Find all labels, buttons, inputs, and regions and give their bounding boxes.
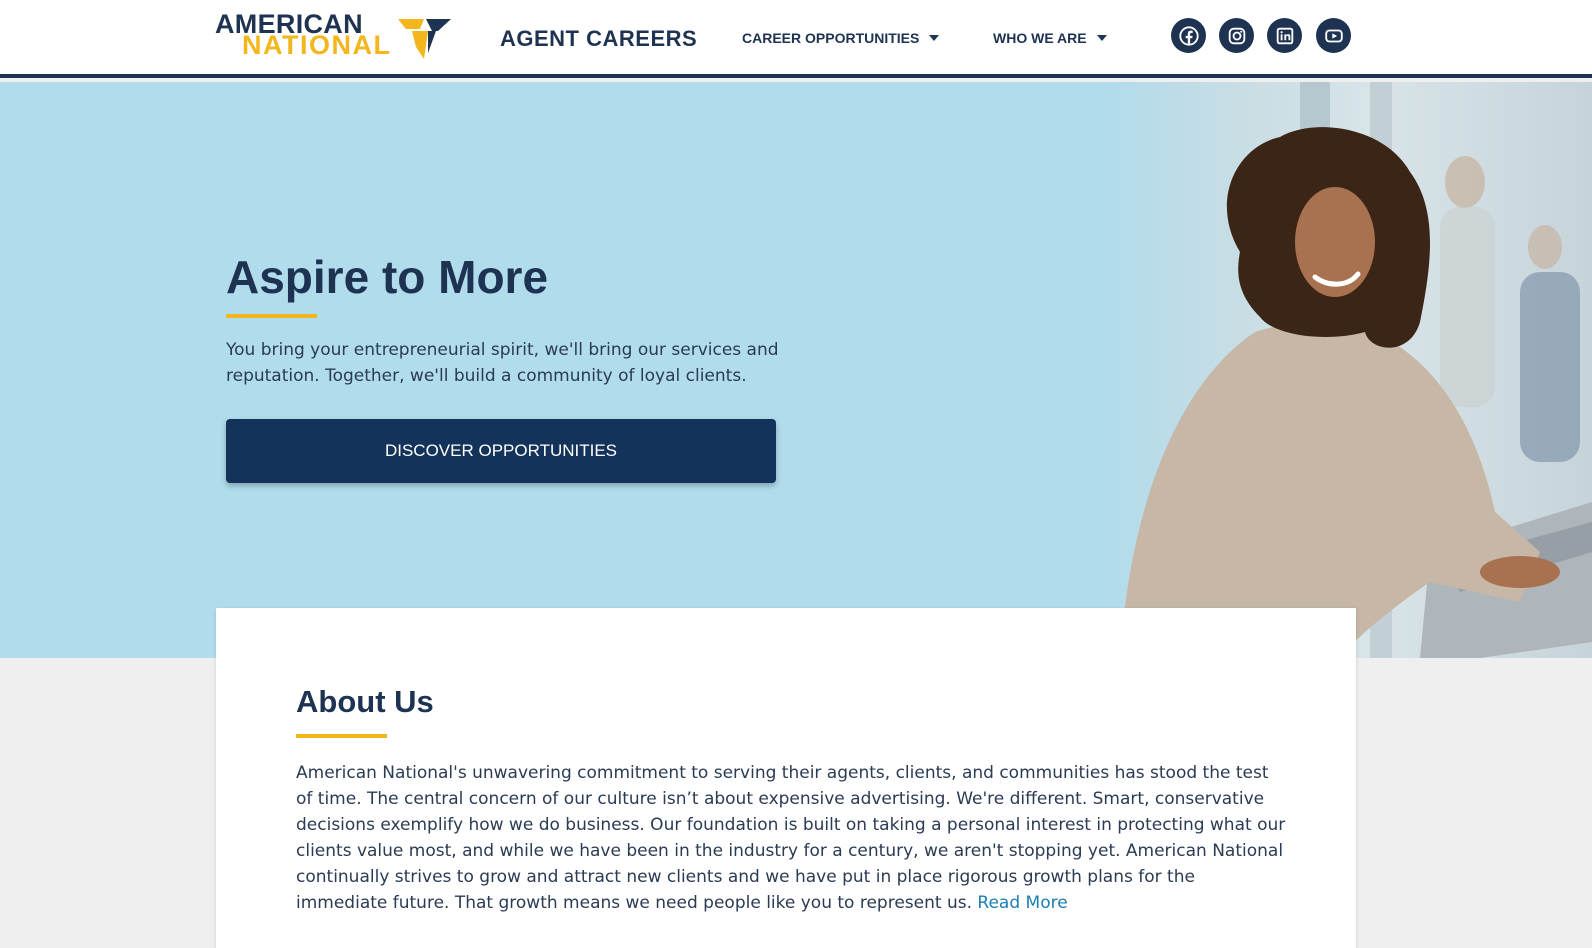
nav-career-opportunities-label: CAREER OPPORTUNITIES — [742, 30, 920, 46]
about-us-body: American National's unwavering commitmen… — [296, 763, 1286, 913]
hero-description: You bring your entrepreneurial spirit, w… — [226, 340, 779, 386]
youtube-link[interactable] — [1316, 18, 1351, 53]
facebook-icon — [1178, 25, 1199, 46]
instagram-link[interactable] — [1219, 18, 1254, 53]
instagram-icon — [1228, 27, 1245, 44]
read-more-link[interactable]: Read More — [977, 893, 1067, 913]
hero-title-underline — [226, 314, 317, 318]
about-us-text: American National's unwavering commitmen… — [296, 760, 1286, 916]
woman-silhouette — [1120, 127, 1592, 658]
nav-who-we-are-label: WHO WE ARE — [993, 30, 1087, 46]
linkedin-icon — [1276, 27, 1293, 44]
hero-title: Aspire to More — [226, 251, 549, 303]
hero-photo-woman-at-laptop — [1100, 82, 1592, 658]
american-national-logo[interactable]: AMERICAN NATIONAL — [215, 11, 451, 60]
eagle-mark-icon — [398, 19, 451, 59]
about-title-underline — [296, 734, 387, 738]
caret-down-icon — [929, 35, 940, 41]
about-us-card: About Us American National's unwavering … — [216, 608, 1356, 948]
caret-down-icon — [1096, 35, 1107, 41]
nav-who-we-are[interactable]: WHO WE ARE — [993, 30, 1107, 46]
about-us-title: About Us — [296, 684, 434, 719]
youtube-icon — [1324, 29, 1343, 42]
nav-career-opportunities[interactable]: CAREER OPPORTUNITIES — [742, 30, 940, 46]
logo-wordmark: AMERICAN NATIONAL — [215, 11, 392, 60]
facebook-link[interactable] — [1171, 18, 1206, 53]
hero-section: Aspire to More You bring your entreprene… — [0, 82, 1592, 658]
site-header: AMERICAN NATIONAL AGENT CAREERS CAREER O… — [0, 0, 1592, 78]
linkedin-link[interactable] — [1267, 18, 1302, 53]
discover-opportunities-button[interactable]: DISCOVER OPPORTUNITIES — [226, 419, 776, 483]
site-title[interactable]: AGENT CAREERS — [500, 26, 697, 52]
logo-line-2: NATIONAL — [242, 30, 392, 60]
